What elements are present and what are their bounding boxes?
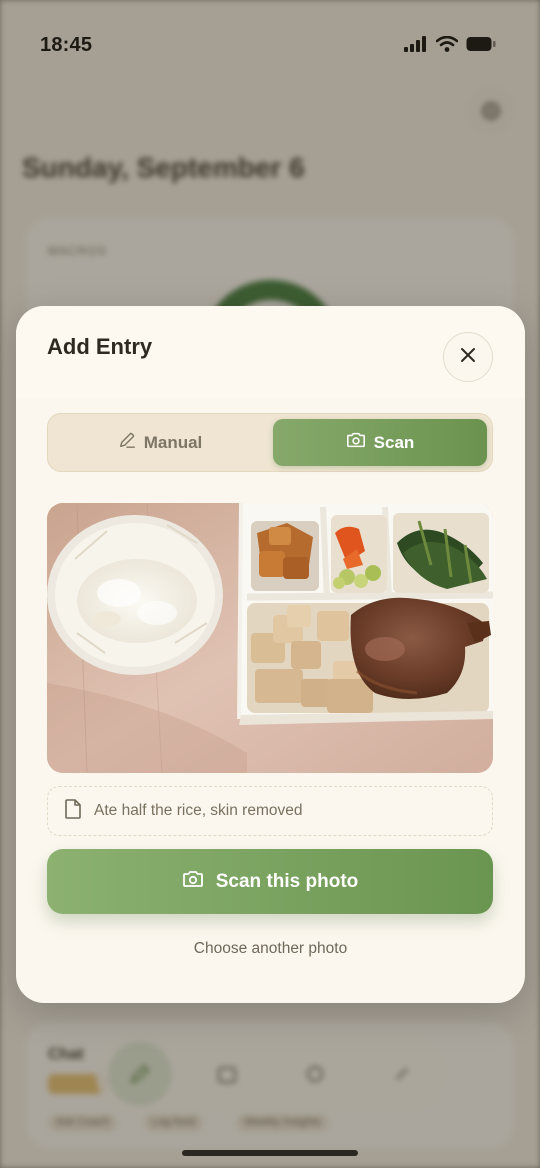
home-indicator	[182, 1150, 358, 1156]
tab-scan[interactable]: Scan	[273, 419, 487, 466]
status-time: 18:45	[40, 34, 93, 56]
food-photo-image	[47, 503, 493, 773]
camera-icon	[346, 431, 366, 454]
food-photo[interactable]	[47, 503, 493, 773]
modal-title: Add Entry	[47, 334, 153, 359]
wifi-icon	[435, 35, 459, 57]
tab-manual[interactable]: Manual	[54, 419, 266, 466]
signal-icon	[404, 36, 428, 57]
battery-icon	[466, 36, 496, 57]
pencil-icon	[118, 431, 136, 454]
entry-mode-toggle: Manual Scan	[47, 413, 493, 472]
choose-another-photo-link[interactable]: Choose another photo	[16, 940, 525, 958]
status-bar: 18:45	[0, 0, 540, 92]
status-icons	[404, 35, 496, 57]
document-icon	[64, 798, 82, 824]
scan-photo-button[interactable]: Scan this photo	[47, 849, 493, 914]
note-field[interactable]: Ate half the rice, skin removed	[47, 786, 493, 836]
add-entry-modal: Add Entry Manual Scan Ate half the rice,…	[16, 306, 525, 1003]
close-button[interactable]	[443, 332, 493, 382]
tab-scan-label: Scan	[373, 432, 415, 452]
note-value: Ate half the rice, skin removed	[94, 802, 303, 819]
camera-icon	[182, 869, 204, 895]
scan-photo-label: Scan this photo	[215, 870, 359, 892]
close-icon	[460, 347, 476, 368]
modal-header: Add Entry	[16, 306, 525, 398]
tab-manual-label: Manual	[143, 432, 203, 452]
